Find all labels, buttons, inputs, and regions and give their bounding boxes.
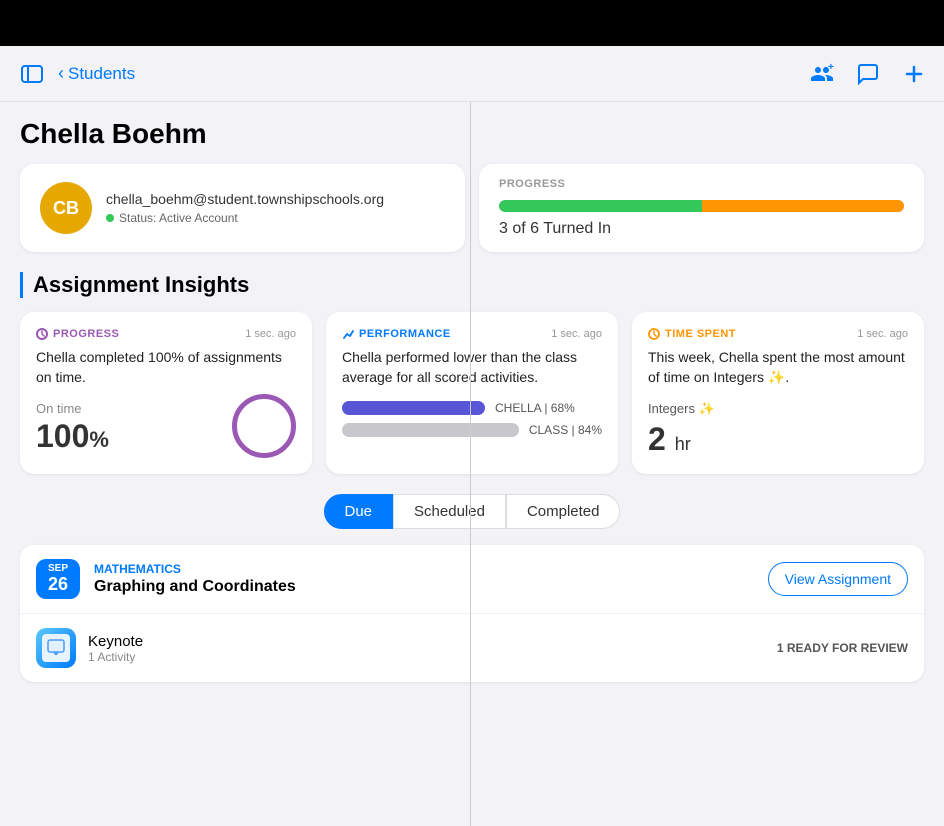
ready-badge: 1 READY FOR REVIEW: [777, 641, 908, 655]
insight-header-time: TIME SPENT 1 sec. ago: [648, 328, 908, 340]
insight-card-performance: PERFORMANCE 1 sec. ago Chella performed …: [326, 312, 618, 474]
status-label: Status: Active Account: [119, 211, 238, 225]
time-type-label: TIME SPENT: [665, 328, 736, 340]
chella-bar: [342, 401, 485, 415]
view-assignment-button[interactable]: View Assignment: [768, 562, 908, 596]
student-name: Chella Boehm: [20, 118, 924, 150]
date-badge: SEP 26: [36, 559, 80, 599]
top-bar: ‹ Students +: [0, 46, 944, 102]
time-spent-time: 1 sec. ago: [857, 328, 908, 340]
class-bar: [342, 423, 519, 437]
chella-bar-row: CHELLA | 68%: [342, 401, 602, 415]
add-button[interactable]: [900, 60, 928, 88]
insight-header-progress: PROGRESS 1 sec. ago: [36, 328, 296, 340]
assignment-title: Graphing and Coordinates: [94, 578, 768, 596]
add-person-button[interactable]: +: [808, 60, 836, 88]
assignment-item: Keynote 1 Activity 1 READY FOR REVIEW: [20, 614, 924, 682]
progress-time: 1 sec. ago: [245, 328, 296, 340]
time-desc: This week, Chella spent the most amount …: [648, 348, 908, 387]
vertical-divider: [470, 102, 471, 826]
progress-card: PROGRESS 3 of 6 Turned In: [479, 164, 924, 252]
chat-button[interactable]: [854, 60, 882, 88]
insight-card-time: TIME SPENT 1 sec. ago This week, Chella …: [632, 312, 924, 474]
avatar: CB: [40, 182, 92, 234]
progress-type-label: PROGRESS: [53, 328, 119, 340]
assignment-subject: MATHEMATICS: [94, 562, 768, 576]
progress-text: 3 of 6 Turned In: [499, 220, 904, 238]
top-cards: CB chella_boehm@student.townshipschools.…: [20, 164, 924, 252]
sidebar-toggle-button[interactable]: [16, 62, 48, 86]
content-area: Chella Boehm CB chella_boehm@student.tow…: [0, 102, 944, 826]
class-bar-row: CLASS | 84%: [342, 423, 602, 437]
assignment-info: MATHEMATICS Graphing and Coordinates: [94, 562, 768, 596]
progress-bar-orange: [702, 200, 905, 212]
circle-indicator: [232, 394, 296, 458]
tab-due[interactable]: Due: [324, 494, 394, 529]
profile-card: CB chella_boehm@student.townshipschools.…: [20, 164, 465, 252]
filter-tabs: Due Scheduled Completed: [20, 494, 924, 529]
chella-label: CHELLA | 68%: [495, 401, 575, 415]
profile-email: chella_boehm@student.townshipschools.org: [106, 191, 384, 207]
profile-info: chella_boehm@student.townshipschools.org…: [106, 191, 384, 225]
app-name: Keynote: [88, 633, 765, 650]
back-button[interactable]: ‹ Students: [58, 63, 135, 84]
tab-completed[interactable]: Completed: [506, 494, 621, 529]
insight-header-perf: PERFORMANCE 1 sec. ago: [342, 328, 602, 340]
back-label: Students: [68, 64, 135, 84]
perf-time: 1 sec. ago: [551, 328, 602, 340]
progress-bar-green: [499, 200, 702, 212]
insight-type-progress: PROGRESS: [36, 328, 119, 340]
assignment-section: SEP 26 MATHEMATICS Graphing and Coordina…: [20, 545, 924, 682]
tab-scheduled[interactable]: Scheduled: [393, 494, 506, 529]
time-value: 2 hr: [648, 421, 908, 458]
status-dot: [106, 214, 114, 222]
assignment-item-info: Keynote 1 Activity: [88, 633, 765, 664]
progress-label: PROGRESS: [499, 178, 904, 190]
keynote-icon: [42, 634, 70, 662]
progress-bar-container: [499, 200, 904, 212]
assignment-header: SEP 26 MATHEMATICS Graphing and Coordina…: [20, 545, 924, 614]
date-month: SEP: [48, 563, 68, 574]
section-title: Assignment Insights: [20, 272, 924, 298]
time-subject: Integers ✨: [648, 401, 908, 417]
chevron-left-icon: ‹: [58, 63, 64, 84]
insight-type-time: TIME SPENT: [648, 328, 736, 340]
perf-type-label: PERFORMANCE: [359, 328, 451, 340]
progress-desc: Chella completed 100% of assignments on …: [36, 348, 296, 387]
date-day: 26: [48, 574, 68, 595]
insights-cards: PROGRESS 1 sec. ago Chella completed 100…: [20, 312, 924, 474]
svg-text:+: +: [828, 62, 834, 73]
profile-status: Status: Active Account: [106, 211, 384, 225]
activity-count: 1 Activity: [88, 650, 765, 664]
perf-desc: Chella performed lower than the class av…: [342, 348, 602, 387]
insight-type-perf: PERFORMANCE: [342, 328, 451, 340]
class-label: CLASS | 84%: [529, 423, 602, 437]
insight-card-progress: PROGRESS 1 sec. ago Chella completed 100…: [20, 312, 312, 474]
app-icon: [36, 628, 76, 668]
